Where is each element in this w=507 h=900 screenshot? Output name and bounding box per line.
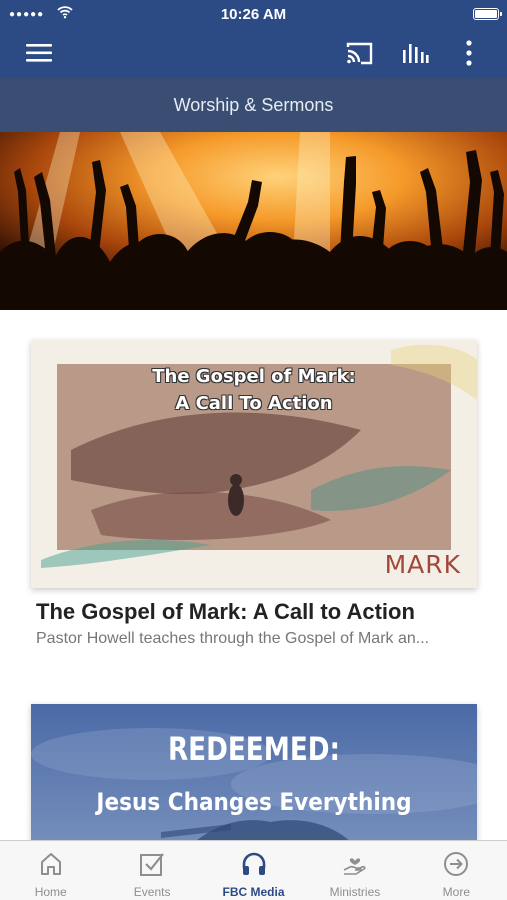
tab-label: Home — [34, 885, 67, 899]
status-time: 10:26 AM — [220, 6, 287, 23]
headphones-icon — [242, 852, 265, 875]
hero-image — [0, 132, 507, 310]
image-title-line2: A Call To Action — [175, 393, 333, 414]
status-bar: ●●●●● 10:26 AM — [0, 0, 507, 28]
equalizer-icon[interactable] — [400, 38, 430, 68]
media-list: The Gospel of Mark: A Call To Action MAR… — [0, 310, 507, 840]
image-title-line1: The Gospel of Mark: — [152, 366, 356, 387]
image-brand: MARK — [384, 550, 461, 579]
sermon-description: Pastor Howell teaches through the Gospel… — [36, 630, 430, 647]
sermon-card[interactable]: REDEEMED: Jesus Changes Everything — [31, 704, 477, 840]
sermon-card[interactable]: The Gospel of Mark: A Call To Action MAR… — [31, 340, 477, 647]
home-icon — [40, 853, 61, 875]
sermon-series-image[interactable]: REDEEMED: Jesus Changes Everything — [31, 704, 477, 840]
menu-icon[interactable] — [24, 38, 54, 68]
tab-fbc-media[interactable]: FBC Media — [203, 841, 304, 900]
cast-icon[interactable] — [344, 38, 374, 68]
tab-label: More — [442, 885, 470, 899]
app-bar — [0, 28, 507, 78]
more-vert-icon[interactable] — [454, 38, 484, 68]
sermon-series-image[interactable]: The Gospel of Mark: A Call To Action MAR… — [31, 340, 477, 588]
tab-ministries[interactable]: Ministries — [304, 841, 405, 900]
arrow-circle-icon — [444, 852, 469, 876]
tab-label: FBC Media — [222, 885, 285, 899]
tab-label: Ministries — [329, 885, 381, 899]
page-title: Worship & Sermons — [0, 78, 507, 132]
tab-home[interactable]: Home — [0, 841, 101, 900]
tab-label: Events — [133, 885, 171, 899]
battery-icon — [473, 8, 502, 20]
checkbox-icon — [140, 853, 164, 876]
image-title-line2: Jesus Changes Everything — [96, 788, 412, 816]
hand-heart-icon — [343, 858, 366, 875]
tab-bar: Home Events FBC Media Ministries More — [0, 840, 507, 900]
tab-more[interactable]: More — [406, 841, 507, 900]
image-title-line1: REDEEMED: — [167, 730, 341, 768]
sermon-title[interactable]: The Gospel of Mark: A Call to Action — [36, 599, 476, 625]
tab-events[interactable]: Events — [101, 841, 202, 900]
